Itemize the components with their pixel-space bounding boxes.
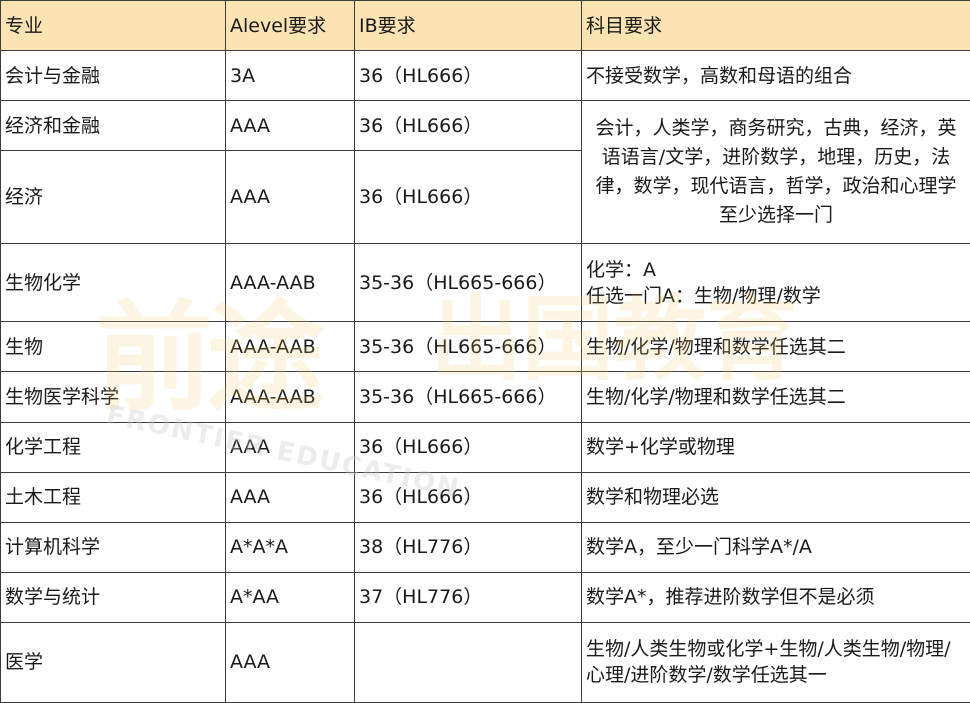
ib-cell: 36（HL666） <box>354 50 582 102</box>
alevel-cell: AAA-AAB <box>225 371 355 423</box>
major-cell: 经济 <box>0 150 226 245</box>
ib-cell: 35-36（HL665-666） <box>354 321 582 373</box>
alevel-cell: AAA <box>225 421 355 473</box>
ib-cell: 36（HL666） <box>354 100 582 152</box>
alevel-cell: A*AA <box>225 571 355 623</box>
major-cell: 计算机科学 <box>0 521 226 573</box>
ib-cell: 36（HL666） <box>354 150 582 245</box>
table-row: 经济和金融 AAA 36（HL666） 会计，人类学，商务研究，古典，经济，英语… <box>0 100 970 245</box>
alevel-cell: AAA <box>225 471 355 523</box>
table-row: 数学与统计 A*AA 37（HL776） 数学A*，推荐进阶数学但不是必须 <box>0 571 970 623</box>
table-row: 化学工程 AAA 36（HL666） 数学+化学或物理 <box>0 421 970 473</box>
subjects-cell: 生物/化学/物理和数学任选其二 <box>581 371 970 423</box>
major-cell: 生物化学 <box>0 243 226 323</box>
table-row: 计算机科学 A*A*A 38（HL776） 数学A，至少一门科学A*/A <box>0 521 970 573</box>
subjects-cell: 数学+化学或物理 <box>581 421 970 473</box>
header-ib: IB要求 <box>354 0 582 52</box>
table-row: 生物化学 AAA-AAB 35-36（HL665-666） 化学：A 任选一门A… <box>0 243 970 323</box>
major-cell: 土木工程 <box>0 471 226 523</box>
alevel-cell: AAA-AAB <box>225 243 355 323</box>
alevel-cell: AAA <box>225 100 355 152</box>
major-cell: 生物 <box>0 321 226 373</box>
alevel-cell: AAA <box>225 621 355 703</box>
subjects-cell: 数学A，至少一门科学A*/A <box>581 521 970 573</box>
subjects-cell: 不接受数学，高数和母语的组合 <box>581 50 970 102</box>
major-cell: 医学 <box>0 621 226 703</box>
alevel-cell: AAA <box>225 150 355 245</box>
requirements-table: 专业 Alevel要求 IB要求 科目要求 会计与金融 3A 36（HL666）… <box>0 0 970 703</box>
table-row: 土木工程 AAA 36（HL666） 数学和物理必选 <box>0 471 970 523</box>
table-row: 会计与金融 3A 36（HL666） 不接受数学，高数和母语的组合 <box>0 50 970 102</box>
subjects-line: 化学：A <box>586 258 656 281</box>
ib-cell <box>354 621 582 703</box>
major-cell: 数学与统计 <box>0 571 226 623</box>
ib-cell: 36（HL666） <box>354 471 582 523</box>
header-subjects: 科目要求 <box>581 0 970 52</box>
ib-cell: 37（HL776） <box>354 571 582 623</box>
subjects-cell: 数学和物理必选 <box>581 471 970 523</box>
subjects-cell: 生物/人类生物或化学+生物/人类生物/物理/心理/进阶数学/数学任选其一 <box>581 621 970 703</box>
alevel-cell: AAA-AAB <box>225 321 355 373</box>
ib-cell: 35-36（HL665-666） <box>354 243 582 323</box>
table-row: 生物医学科学 AAA-AAB 35-36（HL665-666） 生物/化学/物理… <box>0 371 970 423</box>
table-row: 生物 AAA-AAB 35-36（HL665-666） 生物/化学/物理和数学任… <box>0 321 970 373</box>
ib-cell: 35-36（HL665-666） <box>354 371 582 423</box>
header-major: 专业 <box>0 0 226 52</box>
alevel-cell: A*A*A <box>225 521 355 573</box>
major-cell: 经济和金融 <box>0 100 226 152</box>
subjects-line: 任选一门A：生物/物理/数学 <box>586 284 821 307</box>
major-cell: 会计与金融 <box>0 50 226 102</box>
table-header-row: 专业 Alevel要求 IB要求 科目要求 <box>0 0 970 52</box>
major-cell: 化学工程 <box>0 421 226 473</box>
header-alevel: Alevel要求 <box>225 0 355 52</box>
subjects-cell: 数学A*，推荐进阶数学但不是必须 <box>581 571 970 623</box>
alevel-cell: 3A <box>225 50 355 102</box>
ib-cell: 38（HL776） <box>354 521 582 573</box>
subjects-cell-merged: 会计，人类学，商务研究，古典，经济，英语语言/文学，进阶数学，地理，历史，法律，… <box>581 100 970 245</box>
subjects-cell: 化学：A 任选一门A：生物/物理/数学 <box>581 243 970 323</box>
subjects-cell: 生物/化学/物理和数学任选其二 <box>581 321 970 373</box>
table-row: 医学 AAA 生物/人类生物或化学+生物/人类生物/物理/心理/进阶数学/数学任… <box>0 621 970 703</box>
ib-cell: 36（HL666） <box>354 421 582 473</box>
major-cell: 生物医学科学 <box>0 371 226 423</box>
